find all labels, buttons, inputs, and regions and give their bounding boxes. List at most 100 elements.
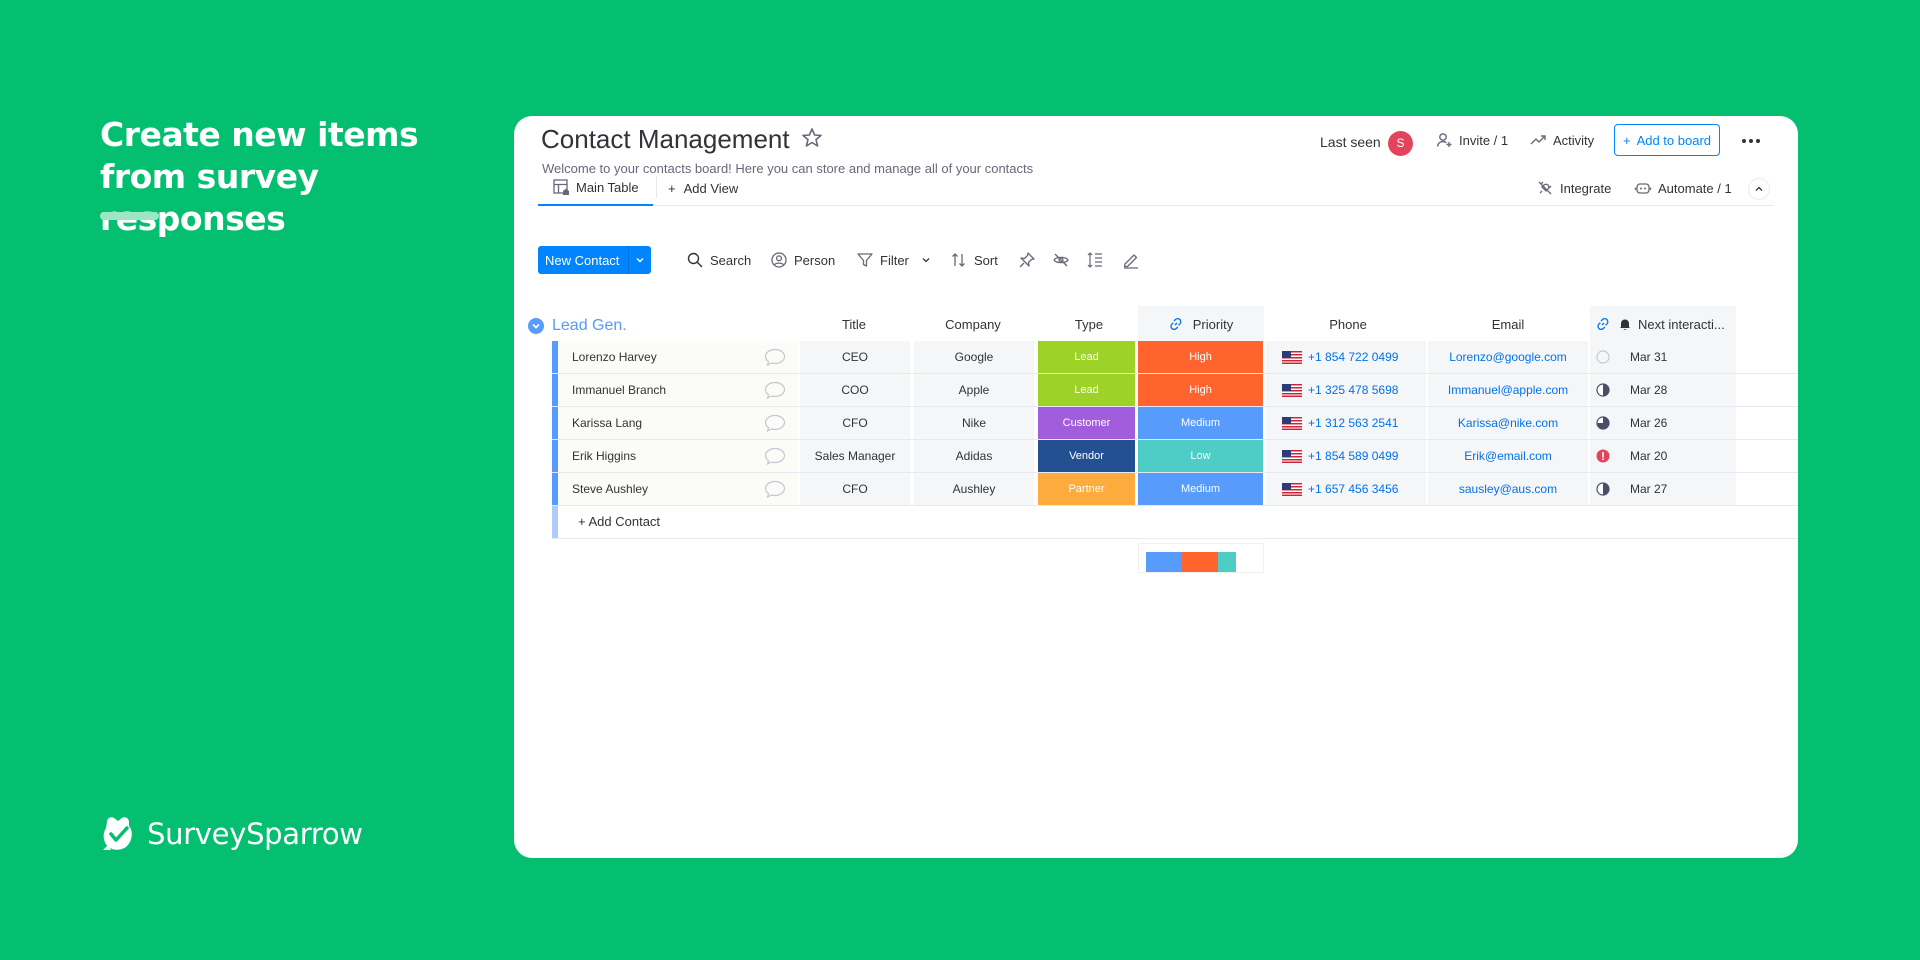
phone-cell[interactable]: +1 312 563 2541 (1266, 407, 1426, 439)
title-cell[interactable]: Sales Manager (800, 440, 910, 472)
company-cell[interactable]: Apple (914, 374, 1034, 406)
pin-icon[interactable] (1018, 251, 1036, 269)
search-tool[interactable]: Search (686, 246, 751, 274)
next-interaction-header-label: Next interacti... (1638, 316, 1725, 332)
company-cell[interactable]: Google (914, 341, 1034, 373)
collapse-header-button[interactable] (1748, 178, 1770, 200)
table-row[interactable]: Immanuel Branch COO Apple Lead High +1 325 47… (552, 374, 1798, 407)
group-toggle[interactable] (528, 318, 544, 334)
contact-name-cell[interactable]: Immanuel Branch (558, 374, 798, 406)
priority-status-cell[interactable]: High (1138, 374, 1264, 406)
email-cell[interactable]: Immanuel@apple.com (1428, 374, 1588, 406)
email-cell[interactable]: Erik@email.com (1428, 440, 1588, 472)
contact-company: Apple (958, 383, 990, 397)
type-status-cell[interactable]: Lead (1038, 374, 1136, 406)
sort-button[interactable]: Sort (950, 246, 998, 274)
priority-label: High (1189, 384, 1212, 396)
company-cell[interactable]: Nike (914, 407, 1034, 439)
sparrow-logo-icon (103, 817, 132, 850)
board-toolbar: New Contact Search Person Filter Sort (538, 246, 1238, 276)
email-cell[interactable]: sausley@aus.com (1428, 473, 1588, 505)
tab-main-table[interactable]: Main Table (538, 170, 653, 206)
next-interaction-cell[interactable]: Mar 27 (1590, 473, 1736, 505)
add-view-button[interactable]: + Add View (668, 170, 738, 206)
title-cell[interactable]: CFO (800, 407, 910, 439)
row-height-icon[interactable] (1086, 251, 1104, 269)
email-cell[interactable]: Karissa@nike.com (1428, 407, 1588, 439)
new-contact-button[interactable]: New Contact (538, 246, 651, 274)
company-cell[interactable]: Aushley (914, 473, 1034, 505)
activity-button[interactable]: Activity (1529, 131, 1594, 149)
type-status-cell[interactable]: Partner (1038, 473, 1136, 505)
comment-icon[interactable] (764, 381, 786, 399)
column-header-type[interactable]: Type (1042, 306, 1136, 342)
group-header[interactable]: Lead Gen. (528, 314, 627, 338)
progress-empty-icon (1596, 350, 1610, 364)
email-address: Immanuel@apple.com (1447, 383, 1569, 397)
column-header-phone[interactable]: Phone (1268, 306, 1428, 342)
phone-cell[interactable]: +1 657 456 3456 (1266, 473, 1426, 505)
contact-name: Erik Higgins (572, 449, 637, 463)
comment-icon[interactable] (764, 348, 786, 366)
automate-button[interactable]: Automate / 1 (1634, 170, 1732, 206)
column-header-title[interactable]: Title (799, 306, 909, 342)
add-contact-row[interactable]: + Add Contact (552, 506, 1798, 539)
contact-name-cell[interactable]: Erik Higgins (558, 440, 798, 472)
email-cell[interactable]: Lorenzo@google.com (1428, 341, 1588, 373)
title-cell[interactable]: CFO (800, 473, 910, 505)
priority-label: Low (1190, 450, 1211, 462)
contact-name-cell[interactable]: Steve Aushley (558, 473, 798, 505)
contact-name-cell[interactable]: Karissa Lang (558, 407, 798, 439)
filter-button[interactable]: Filter (856, 246, 931, 274)
more-options-icon[interactable] (1740, 130, 1762, 152)
new-contact-dropdown[interactable] (628, 246, 651, 274)
person-filter[interactable]: Person (770, 246, 835, 274)
priority-status-cell[interactable]: Low (1138, 440, 1264, 472)
next-interaction-cell[interactable]: Mar 31 (1590, 341, 1736, 373)
phone-cell[interactable]: +1 854 589 0499 (1266, 440, 1426, 472)
column-header-priority[interactable]: Priority (1138, 306, 1264, 342)
contact-name: Immanuel Branch (572, 383, 667, 397)
invite-button[interactable]: Invite / 1 (1435, 131, 1508, 149)
priority-summary[interactable] (1138, 543, 1264, 573)
priority-status-cell[interactable]: High (1138, 341, 1264, 373)
comment-icon[interactable] (764, 480, 786, 498)
column-header-next-interaction[interactable]: Next interacti... (1590, 306, 1736, 342)
priority-status-cell[interactable]: Medium (1138, 473, 1264, 505)
bell-icon (1620, 319, 1630, 330)
type-status-cell[interactable]: Lead (1038, 341, 1136, 373)
title-cell[interactable]: COO (800, 374, 910, 406)
table-home-icon (553, 179, 569, 195)
priority-status-cell[interactable]: Medium (1138, 407, 1264, 439)
avatar[interactable]: S (1388, 131, 1413, 156)
filter-label: Filter (880, 252, 909, 268)
integrate-button[interactable]: Integrate (1536, 170, 1611, 206)
comment-icon[interactable] (764, 414, 786, 432)
type-status-cell[interactable]: Customer (1038, 407, 1136, 439)
contact-name-cell[interactable]: Lorenzo Harvey (558, 341, 798, 373)
add-to-board-button[interactable]: + Add to board (1614, 124, 1720, 156)
next-interaction-cell[interactable]: Mar 28 (1590, 374, 1736, 406)
board-window: Contact Management Welcome to your conta… (514, 116, 1798, 858)
company-cell[interactable]: Adidas (914, 440, 1034, 472)
next-interaction-cell[interactable]: Mar 20 (1590, 440, 1736, 472)
table-row[interactable]: Karissa Lang CFO Nike Customer Medium +1 312 … (552, 407, 1798, 440)
phone-cell[interactable]: +1 325 478 5698 (1266, 374, 1426, 406)
table-row[interactable]: Lorenzo Harvey CEO Google Lead High +1 854 72… (552, 341, 1798, 374)
email-address: sausley@aus.com (1458, 482, 1558, 496)
table-row[interactable]: Steve Aushley CFO Aushley Partner Medium +1 6… (552, 473, 1798, 506)
type-status-cell[interactable]: Vendor (1038, 440, 1136, 472)
next-interaction-date: Mar 20 (1630, 449, 1668, 463)
next-interaction-cell[interactable]: Mar 26 (1590, 407, 1736, 439)
hide-icon[interactable] (1052, 251, 1070, 269)
column-header-company[interactable]: Company (913, 306, 1033, 342)
comment-icon[interactable] (764, 447, 786, 465)
title-cell[interactable]: CEO (800, 341, 910, 373)
group-name[interactable]: Lead Gen. (552, 317, 627, 335)
phone-cell[interactable]: +1 854 722 0499 (1266, 341, 1426, 373)
phone-number: +1 854 589 0499 (1308, 449, 1399, 463)
link-icon (1597, 317, 1609, 331)
table-row[interactable]: Erik Higgins Sales Manager Adidas Vendor Low… (552, 440, 1798, 473)
column-header-email[interactable]: Email (1428, 306, 1588, 342)
color-pen-icon[interactable] (1122, 251, 1140, 269)
